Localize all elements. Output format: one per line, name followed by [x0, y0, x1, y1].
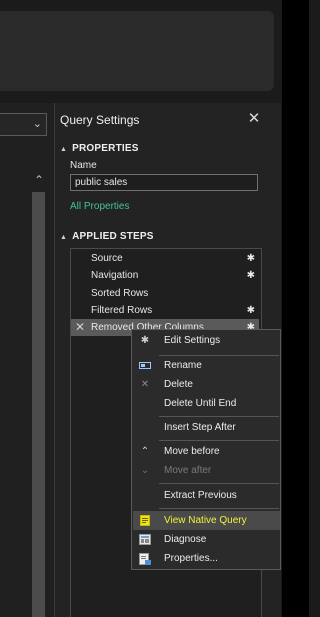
- delete-icon: ✕: [140, 379, 150, 390]
- menu-separator: [159, 483, 279, 484]
- menu-item-label: Delete: [164, 379, 193, 390]
- scroll-up-icon[interactable]: ⌃: [31, 172, 47, 188]
- step-sorted-rows[interactable]: Sorted Rows: [71, 285, 259, 302]
- step-label: Filtered Rows: [91, 305, 153, 316]
- menu-item-view-native-query[interactable]: View Native Query: [133, 511, 280, 530]
- close-icon[interactable]: ✕: [246, 111, 262, 127]
- menu-item-label: Edit Settings: [164, 335, 221, 346]
- delete-step-icon[interactable]: ✕: [75, 319, 85, 336]
- step-label: Navigation: [91, 270, 139, 281]
- menu-separator: [159, 440, 279, 441]
- menu-item-diagnose[interactable]: Diagnose: [133, 530, 280, 549]
- step-source[interactable]: Source ✱: [71, 250, 259, 267]
- diagnose-icon: [138, 530, 152, 549]
- power-query-editor: ⌄ ⌃ Query Settings ✕ ▲ PROPERTIES Name pu…: [0, 0, 309, 617]
- step-navigation[interactable]: Navigation ✱: [71, 267, 259, 284]
- properties-heading-label: PROPERTIES: [72, 143, 139, 154]
- all-properties-link[interactable]: All Properties: [70, 201, 129, 212]
- step-label: Source: [91, 253, 123, 264]
- window-edge: [282, 0, 309, 617]
- menu-item-rename[interactable]: Rename: [133, 356, 280, 375]
- menu-item-move-after[interactable]: ⌄ Move after: [133, 461, 280, 480]
- menu-item-label: Rename: [164, 360, 202, 371]
- applied-steps-heading-label: APPLIED STEPS: [72, 231, 154, 242]
- menu-separator: [159, 416, 279, 417]
- query-settings-title: Query Settings: [60, 113, 140, 127]
- properties-heading[interactable]: ▲ PROPERTIES: [60, 143, 139, 154]
- formula-bar[interactable]: [0, 11, 274, 91]
- column-dropdown[interactable]: ⌄: [0, 113, 47, 136]
- menu-item-insert-step-after[interactable]: Insert Step After: [133, 418, 280, 437]
- applied-steps-heading[interactable]: ▲ APPLIED STEPS: [60, 231, 154, 242]
- menu-item-label: Insert Step After: [164, 422, 236, 433]
- menu-item-delete-until-end[interactable]: Delete Until End: [133, 394, 280, 413]
- menu-item-label: Move after: [164, 465, 212, 476]
- menu-item-edit-settings[interactable]: ✱ Edit Settings: [133, 331, 280, 350]
- menu-item-label: View Native Query: [164, 515, 247, 526]
- gear-icon[interactable]: ✱: [247, 267, 255, 284]
- menu-item-label: Move before: [164, 446, 220, 457]
- menu-separator: [159, 508, 279, 509]
- native-query-icon: [138, 511, 152, 530]
- menu-item-extract-previous[interactable]: Extract Previous: [133, 486, 280, 505]
- collapse-triangle-icon[interactable]: ▲: [60, 234, 67, 241]
- step-label: Sorted Rows: [91, 288, 149, 299]
- menu-item-move-before[interactable]: ⌃ Move before: [133, 442, 280, 461]
- step-filtered-rows[interactable]: Filtered Rows ✱: [71, 302, 259, 319]
- menu-item-label: Delete Until End: [164, 398, 237, 409]
- menu-item-label: Extract Previous: [164, 490, 237, 501]
- chevron-down-icon[interactable]: ⌄: [33, 117, 42, 130]
- menu-item-label: Properties...: [164, 553, 218, 564]
- collapse-triangle-icon[interactable]: ▲: [60, 146, 67, 153]
- gear-icon: ✱: [140, 335, 150, 346]
- rename-icon: [138, 356, 152, 375]
- chevron-up-icon: ⌃: [140, 446, 150, 457]
- properties-icon: [138, 549, 152, 568]
- vertical-scrollbar[interactable]: [32, 192, 45, 617]
- menu-item-properties[interactable]: Properties...: [133, 549, 280, 568]
- menu-item-label: Diagnose: [164, 534, 207, 545]
- menu-item-delete[interactable]: ✕ Delete: [133, 375, 280, 394]
- step-context-menu: ✱ Edit Settings Rename ✕ Delete Delete U…: [131, 329, 281, 570]
- gear-icon[interactable]: ✱: [247, 302, 255, 319]
- chevron-down-icon: ⌄: [140, 465, 150, 476]
- gear-icon[interactable]: ✱: [247, 250, 255, 267]
- query-name-input[interactable]: public sales: [70, 174, 258, 191]
- name-label: Name: [70, 160, 97, 171]
